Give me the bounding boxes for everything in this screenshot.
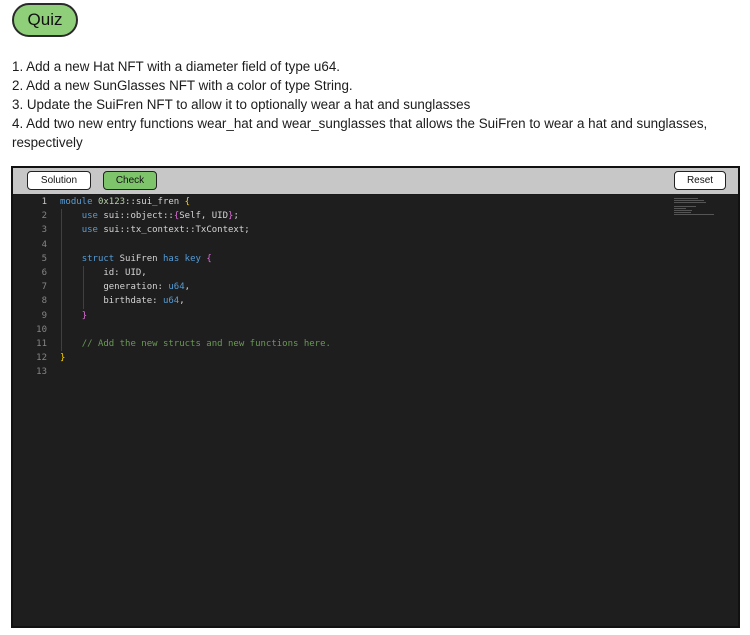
- line-number: 8: [41, 296, 47, 307]
- instruction-3: 3. Update the SuiFren NFT to allow it to…: [12, 97, 471, 112]
- instruction-4: 4. Add two new entry functions wear_hat …: [12, 116, 708, 150]
- code-line: use sui::tx_context::TxContext;: [81, 225, 250, 236]
- line-number: 4: [41, 239, 47, 250]
- code-line: use sui::object::{Self, UID};: [81, 211, 239, 222]
- line-number: 2: [41, 211, 47, 222]
- line-number: 5: [41, 253, 47, 264]
- line-number: 12: [36, 353, 47, 364]
- code-line: // Add the new structs and new functions…: [81, 338, 331, 349]
- line-number-gutter: 1 2 3 4 5 6 7 8 9 10 11 12 13: [13, 195, 47, 379]
- instruction-2: 2. Add a new SunGlasses NFT with a color…: [12, 78, 353, 93]
- code-content[interactable]: module 0x123::sui_fren { use sui::object…: [60, 195, 331, 379]
- code-editor-panel: Solution Check Reset 1 2 3 4 5 6 7 8 9 1…: [11, 166, 740, 628]
- line-number: 13: [36, 367, 47, 378]
- line-number: 11: [36, 338, 47, 349]
- code-editor[interactable]: 1 2 3 4 5 6 7 8 9 10 11 12 13 module 0x1…: [13, 195, 738, 626]
- code-line: id: UID,: [60, 267, 147, 278]
- indent-guide: [82, 266, 84, 309]
- line-number: 7: [41, 282, 47, 293]
- line-number: 1: [41, 197, 47, 207]
- editor-minimap[interactable]: [674, 198, 716, 216]
- code-line: module 0x123::sui_fren {: [60, 197, 191, 207]
- quiz-badge: Quiz: [12, 3, 78, 37]
- line-number: 6: [41, 267, 47, 278]
- quiz-instructions: 1. Add a new Hat NFT with a diameter fie…: [12, 57, 742, 152]
- indent-guide: [61, 209, 62, 352]
- code-line: }: [60, 353, 66, 364]
- code-line: }: [81, 310, 88, 321]
- reset-button[interactable]: Reset: [674, 171, 726, 190]
- solution-button[interactable]: Solution: [27, 171, 91, 190]
- code-line: birthdate: u64,: [60, 296, 185, 307]
- line-number: 10: [36, 324, 47, 335]
- line-number: 3: [41, 225, 47, 236]
- code-line: struct SuiFren has key {: [81, 253, 212, 264]
- line-number: 9: [41, 310, 47, 321]
- code-line: generation: u64,: [60, 282, 191, 293]
- check-button[interactable]: Check: [103, 171, 157, 190]
- editor-toolbar: Solution Check Reset: [13, 168, 738, 195]
- instruction-1: 1. Add a new Hat NFT with a diameter fie…: [12, 59, 340, 74]
